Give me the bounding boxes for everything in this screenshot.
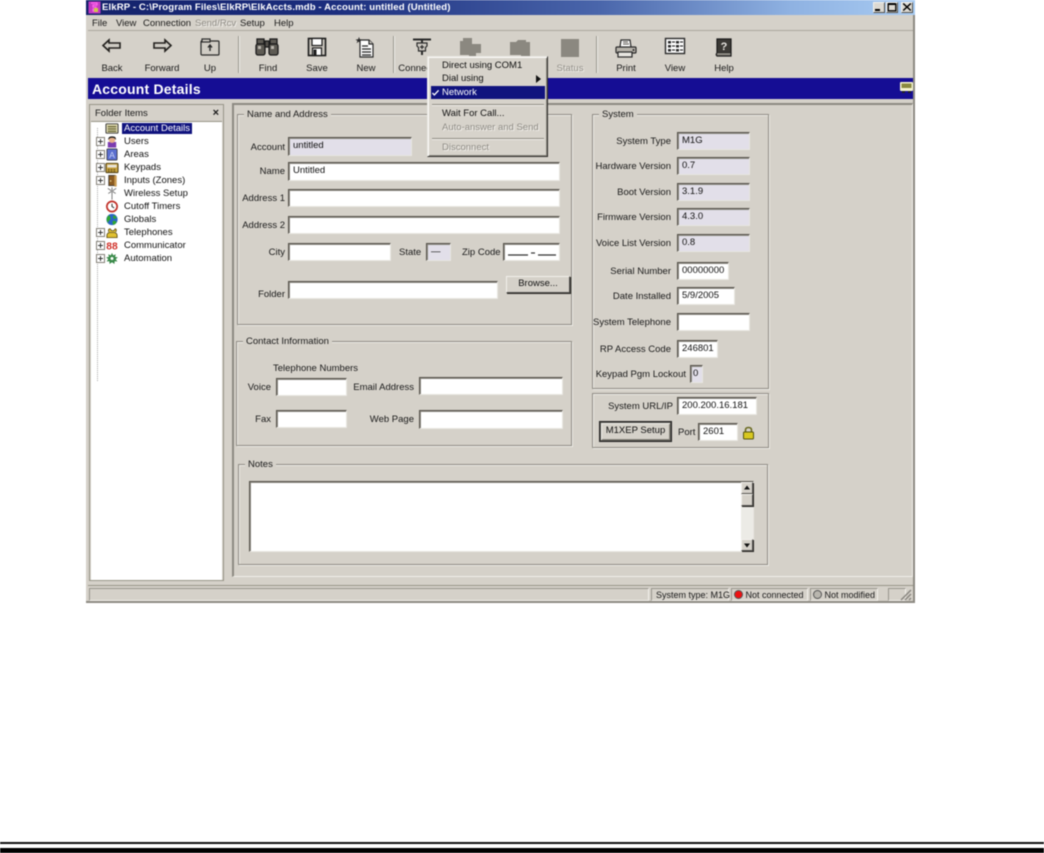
svg-text:A: A	[109, 150, 115, 160]
svg-text:?: ?	[721, 41, 728, 53]
svg-text:88: 88	[106, 242, 118, 252]
